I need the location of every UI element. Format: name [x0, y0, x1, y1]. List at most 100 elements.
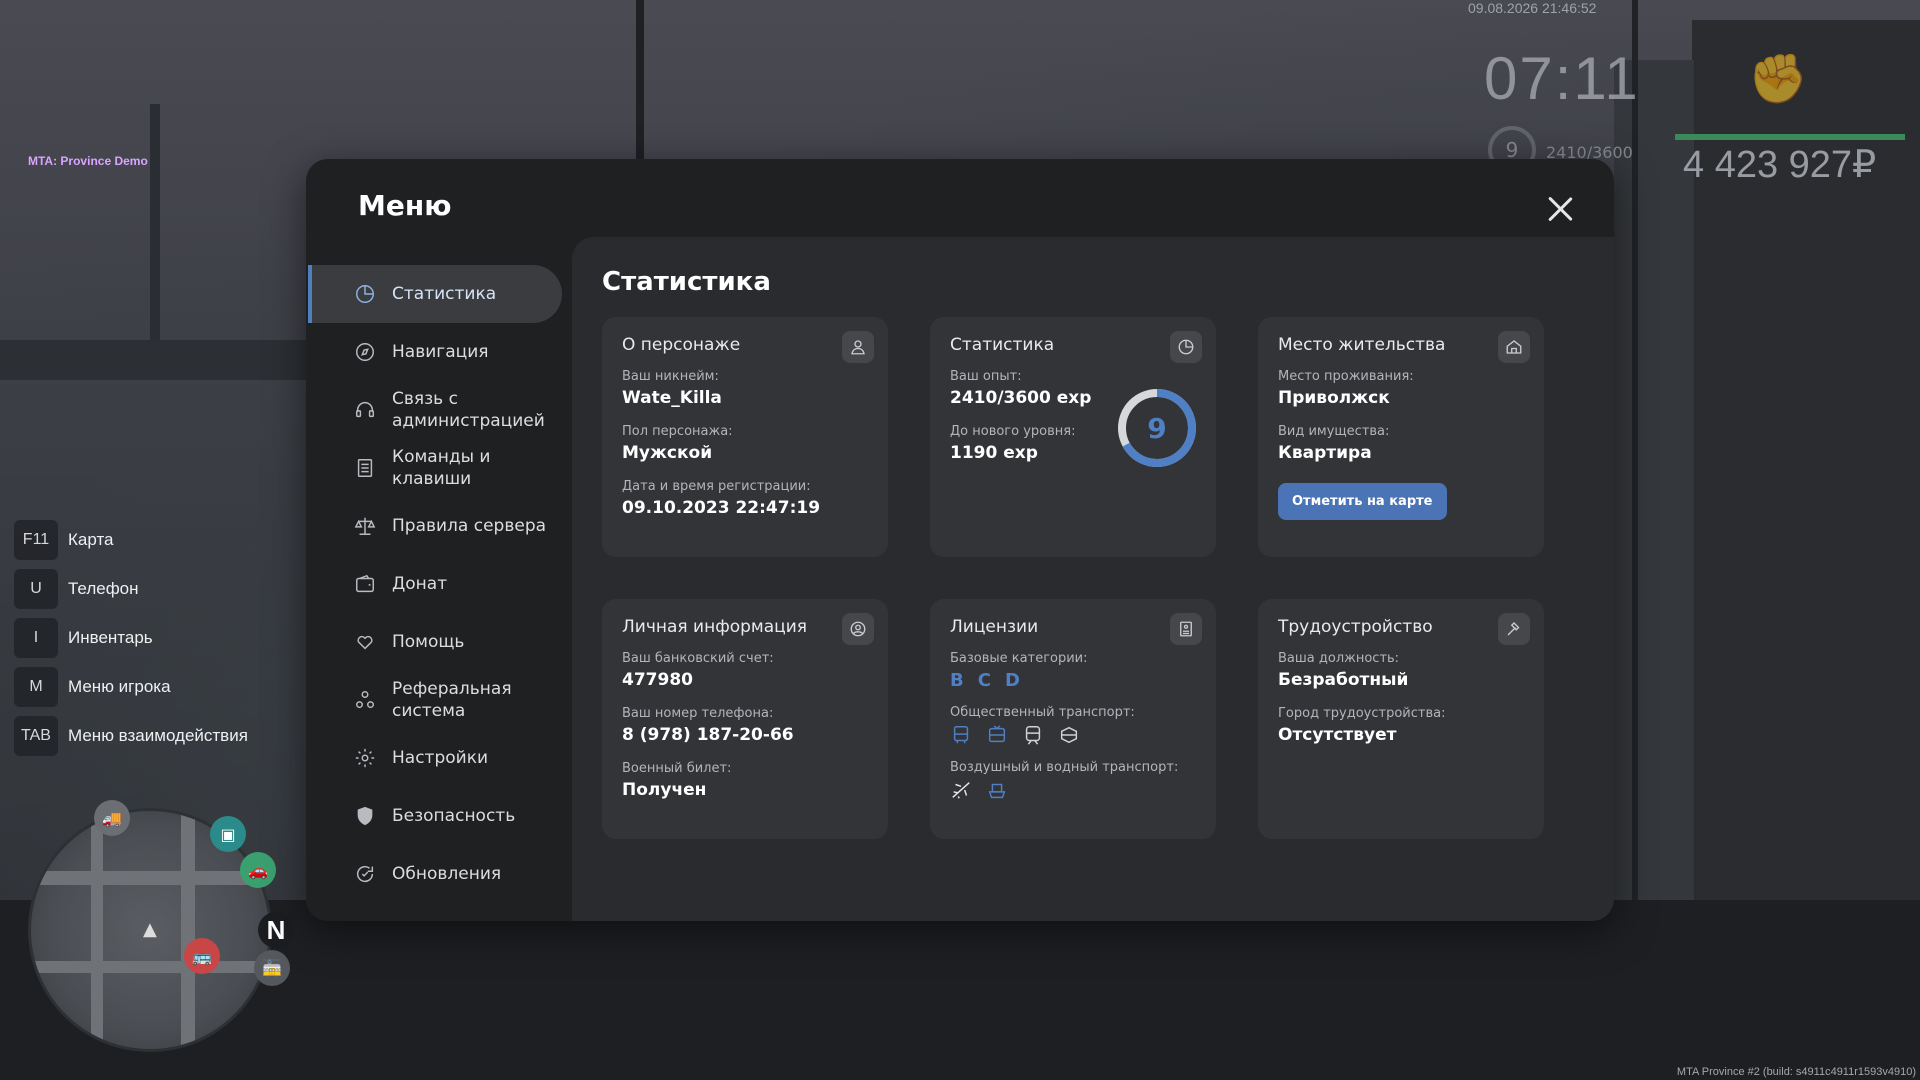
background-crane [150, 104, 160, 344]
nav-item-settings[interactable]: Настройки [308, 729, 562, 787]
field-label: Город трудоустройства: [1278, 706, 1446, 721]
pie-chart-icon [1170, 331, 1202, 363]
nav-item-referral[interactable]: Реферальная система [308, 671, 562, 729]
field-label: Ваш опыт: [950, 369, 1022, 384]
map-north-indicator: N [258, 912, 294, 948]
field-label: Базовые категории: [950, 651, 1088, 666]
employment-card: Трудоустройство Ваша должность: Безработ… [1258, 599, 1544, 839]
hud-datetime: 09.08.2026 21:46:52 [1468, 0, 1597, 16]
phone-value: 8 (978) 187-20-66 [622, 725, 794, 745]
wallet-icon [356, 574, 374, 593]
pie-chart-icon [356, 285, 374, 303]
truck-blip-icon: 🚚 [94, 800, 130, 836]
shield-icon [357, 806, 373, 826]
nav-label: Безопасность [392, 806, 516, 826]
hotkey-key: U [14, 569, 58, 609]
trolleybus-icon [988, 725, 1006, 743]
license-category: B [950, 670, 964, 691]
field-label: Военный билет: [622, 761, 732, 776]
military-id-value: Получен [622, 780, 707, 800]
map-road [91, 811, 103, 1049]
hotkey-key: M [14, 667, 58, 707]
air-water-transport-icons [950, 779, 1196, 801]
level-number: 9 [1147, 412, 1166, 445]
field-label: Ваш номер телефона: [622, 706, 774, 721]
heart-hand-icon [357, 635, 373, 650]
card-title: Статистика [950, 335, 1055, 355]
nav-item-admin-contact[interactable]: Связь с администрацией [308, 381, 562, 439]
card-title: Место жительства [1278, 335, 1446, 355]
nav-item-help[interactable]: Помощь [308, 613, 562, 671]
license-category: C [977, 670, 991, 691]
card-title: О персонаже [622, 335, 741, 355]
hotkey-phone[interactable]: U Телефон [14, 569, 248, 609]
nav-item-updates[interactable]: Обновления [308, 845, 562, 903]
bus-blip-icon: 🚌 [184, 938, 220, 974]
car-blip-icon: 🚗 [240, 852, 276, 888]
people-icon [356, 691, 374, 709]
nav-item-commands[interactable]: Команды и клавиши [308, 439, 562, 497]
bank-account-value: 477980 [622, 670, 693, 690]
hotkey-interaction-menu[interactable]: TAB Меню взаимодействия [14, 716, 248, 756]
nav-label: Навигация [392, 342, 489, 362]
property-value: Квартира [1278, 443, 1372, 463]
nav-label: Обновления [392, 864, 502, 884]
nav-item-rules[interactable]: Правила сервера [308, 497, 562, 555]
menu-modal: Меню Статистика Навигация Связь с админи… [306, 159, 1614, 921]
hud-clock: 07:11 [1484, 45, 1640, 112]
hotkey-label: Карта [68, 530, 114, 549]
residence-value: Приволжск [1278, 388, 1390, 408]
field-label: Пол персонажа: [622, 424, 733, 439]
statistics-card: Статистика Ваш опыт: 2410/3600 exp До но… [930, 317, 1216, 557]
nav-item-navigation[interactable]: Навигация [308, 323, 562, 381]
background-pole [636, 0, 644, 170]
nav-label: Помощь [392, 632, 465, 652]
card-title: Личная информация [622, 617, 808, 637]
residence-card: Место жительства Место проживания: Приво… [1258, 317, 1544, 557]
public-transport-icons [950, 724, 1196, 746]
nav-item-statistics[interactable]: Статистика [308, 265, 562, 323]
nickname-value: Wate_Killa [622, 388, 722, 408]
level-progress-ring: 9 [1118, 389, 1196, 467]
train-icon [1025, 726, 1041, 745]
licenses-card: Лицензии Базовые категории: B C D Общест… [930, 599, 1216, 839]
tram-icon [1060, 726, 1078, 744]
server-label: MTA: Province Demo [28, 154, 148, 168]
menu-title: Меню [358, 189, 452, 222]
mark-on-map-button[interactable]: Отметить на карте [1278, 483, 1447, 520]
hotkey-list: F11 Карта U Телефон I Инвентарь M Меню и… [14, 520, 248, 765]
document-icon [357, 459, 373, 477]
hotkey-key: I [14, 618, 58, 658]
field-label: Общественный транспорт: [950, 705, 1135, 720]
hotkey-map[interactable]: F11 Карта [14, 520, 248, 560]
health-bar [1675, 134, 1905, 140]
card-title: Трудоустройство [1278, 617, 1433, 637]
field-label: Ваш банковский счет: [622, 651, 774, 666]
character-card: О персонаже Ваш никнейм: Wate_Killa Пол … [602, 317, 888, 557]
background-crane-arm [0, 340, 306, 380]
nav-label: Команды и клавиши [392, 447, 491, 489]
nav-item-security[interactable]: Безопасность [308, 787, 562, 845]
hotkey-key: F11 [14, 520, 58, 560]
hotkey-key: TAB [14, 716, 58, 756]
hotkey-label: Меню взаимодействия [68, 726, 248, 745]
user-icon [842, 331, 874, 363]
map-road [31, 871, 269, 885]
card-title: Лицензии [950, 617, 1039, 637]
field-label: Место проживания: [1278, 369, 1414, 384]
field-label: Воздушный и водный транспорт: [950, 760, 1179, 775]
house-icon [1498, 331, 1530, 363]
hotkey-label: Телефон [68, 579, 139, 598]
nav-item-donate[interactable]: Донат [308, 555, 562, 613]
hotkey-inventory[interactable]: I Инвентарь [14, 618, 248, 658]
hotkey-player-menu[interactable]: M Меню игрока [14, 667, 248, 707]
headset-icon [356, 402, 374, 418]
nav-label: Реферальная система [392, 679, 512, 721]
player-arrow-icon: ▲ [143, 919, 157, 940]
nav-label: Статистика [392, 284, 497, 304]
close-button[interactable] [1544, 193, 1576, 225]
nav-label: Донат [392, 574, 448, 594]
employment-city-value: Отсутствует [1278, 725, 1397, 745]
field-label: Вид имущества: [1278, 424, 1390, 439]
license-category: D [1004, 670, 1020, 691]
